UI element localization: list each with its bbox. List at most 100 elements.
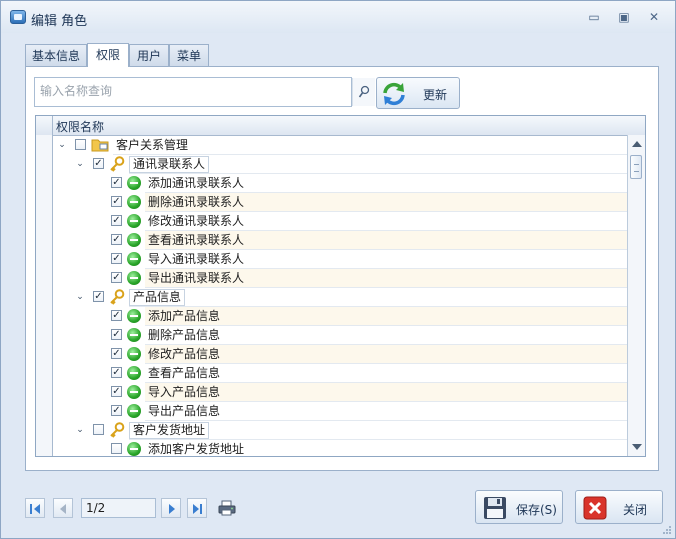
scroll-thumb[interactable] bbox=[630, 155, 642, 179]
row-indicator-column bbox=[36, 135, 53, 456]
permission-name: 添加通讯录联系人 bbox=[148, 176, 245, 190]
vertical-scrollbar[interactable] bbox=[627, 135, 645, 456]
key-icon bbox=[110, 422, 125, 438]
row-checkbox[interactable]: ✓ bbox=[111, 405, 122, 416]
refresh-button[interactable]: 更新 bbox=[376, 77, 460, 109]
app-icon bbox=[10, 10, 26, 24]
expand-toggle-icon[interactable]: ⌄ bbox=[75, 292, 85, 302]
row-checkbox[interactable] bbox=[111, 443, 122, 454]
tab-basic-info[interactable]: 基本信息 bbox=[25, 44, 87, 66]
row-indicator-header bbox=[36, 116, 53, 135]
expand-toggle-icon[interactable]: ⌄ bbox=[57, 140, 67, 150]
search-icon[interactable] bbox=[352, 78, 375, 106]
permission-icon bbox=[127, 442, 141, 456]
tree-row[interactable]: ✓ 修改产品信息 bbox=[53, 345, 627, 364]
grid-header: 权限名称 bbox=[36, 116, 645, 136]
tab-users[interactable]: 用户 bbox=[129, 44, 169, 66]
permission-icon bbox=[127, 195, 141, 209]
row-checkbox[interactable]: ✓ bbox=[111, 196, 122, 207]
permission-name: 导出产品信息 bbox=[148, 404, 221, 418]
permission-icon bbox=[127, 214, 141, 228]
row-checkbox[interactable]: ✓ bbox=[93, 158, 104, 169]
row-checkbox[interactable]: ✓ bbox=[111, 272, 122, 283]
edit-role-window: 编辑 角色 ▭ ▣ ✕ 基本信息 权限 用户 菜单 更新 bbox=[0, 0, 676, 539]
tree-row[interactable]: ✓ 修改通讯录联系人 bbox=[53, 212, 627, 231]
tree-row[interactable]: ✓ 删除产品信息 bbox=[53, 326, 627, 345]
row-checkbox[interactable] bbox=[75, 139, 86, 150]
close-window-button[interactable]: ✕ bbox=[644, 9, 664, 25]
tree-row[interactable]: ✓ 查看通讯录联系人 bbox=[53, 231, 627, 250]
row-checkbox[interactable] bbox=[93, 424, 104, 435]
permission-name: 产品信息 bbox=[129, 289, 186, 306]
row-checkbox[interactable]: ✓ bbox=[111, 177, 122, 188]
row-checkbox[interactable]: ✓ bbox=[111, 310, 122, 321]
tree-row[interactable]: ✓ 导出通讯录联系人 bbox=[53, 269, 627, 288]
maximize-button[interactable]: ▣ bbox=[614, 9, 634, 25]
tab-permissions[interactable]: 权限 bbox=[87, 43, 129, 67]
scroll-down-arrow[interactable] bbox=[632, 444, 642, 450]
row-checkbox[interactable]: ✓ bbox=[93, 291, 104, 302]
resize-grip-icon[interactable] bbox=[662, 525, 672, 535]
permission-icon bbox=[127, 366, 141, 380]
refresh-icon bbox=[383, 82, 405, 106]
search-input[interactable] bbox=[35, 78, 336, 104]
permission-name: 查看产品信息 bbox=[148, 366, 221, 380]
tree-row[interactable]: ✓ 添加通讯录联系人 bbox=[53, 174, 627, 193]
last-page-button[interactable] bbox=[187, 498, 207, 518]
tree-row[interactable]: 添加客户发货地址 bbox=[53, 440, 627, 456]
save-button[interactable]: 保存(S) bbox=[475, 490, 563, 524]
tree-row[interactable]: ✓ 删除通讯录联系人 bbox=[53, 193, 627, 212]
permission-name: 添加客户发货地址 bbox=[148, 442, 245, 456]
permission-name: 删除产品信息 bbox=[148, 328, 221, 342]
permission-name: 查看通讯录联系人 bbox=[148, 233, 245, 247]
permission-icon bbox=[127, 347, 141, 361]
prev-page-button[interactable] bbox=[53, 498, 73, 518]
key-icon bbox=[110, 156, 125, 172]
close-icon bbox=[583, 496, 607, 520]
row-checkbox[interactable]: ✓ bbox=[111, 348, 122, 359]
tree-row[interactable]: ⌄ ✓ 通讯录联系人 bbox=[53, 155, 627, 174]
permission-icon bbox=[127, 233, 141, 247]
minimize-button[interactable]: ▭ bbox=[584, 9, 604, 25]
permission-tree-grid[interactable]: 权限名称 ⌄ 客户关系管理 ⌄ ✓ 通讯录联系人 ✓ 添加通讯录联系人 ✓ 删除通讯录联系人 ✓ 修… bbox=[35, 115, 646, 457]
row-checkbox[interactable]: ✓ bbox=[111, 234, 122, 245]
title-bar: 编辑 角色 ▭ ▣ ✕ bbox=[1, 1, 675, 33]
tree-row[interactable]: ✓ 添加产品信息 bbox=[53, 307, 627, 326]
search-field[interactable] bbox=[34, 77, 375, 107]
permission-name: 导入产品信息 bbox=[148, 385, 221, 399]
tree-row[interactable]: ⌄ ✓ 产品信息 bbox=[53, 288, 627, 307]
permission-name: 修改产品信息 bbox=[148, 347, 221, 361]
permission-name: 客户关系管理 bbox=[116, 138, 189, 152]
permission-name: 导出通讯录联系人 bbox=[148, 271, 245, 285]
row-checkbox[interactable]: ✓ bbox=[111, 367, 122, 378]
page-indicator[interactable]: 1/2 bbox=[81, 498, 156, 518]
permission-icon bbox=[127, 385, 141, 399]
row-checkbox[interactable]: ✓ bbox=[111, 215, 122, 226]
print-icon[interactable] bbox=[218, 500, 236, 516]
scroll-up-arrow[interactable] bbox=[632, 141, 642, 147]
tab-menus[interactable]: 菜单 bbox=[169, 44, 209, 66]
tree-row[interactable]: ✓ 导入产品信息 bbox=[53, 383, 627, 402]
permission-name: 添加产品信息 bbox=[148, 309, 221, 323]
next-page-button[interactable] bbox=[161, 498, 181, 518]
expand-toggle-icon[interactable]: ⌄ bbox=[75, 425, 85, 435]
tree-row[interactable]: ✓ 查看产品信息 bbox=[53, 364, 627, 383]
row-checkbox[interactable]: ✓ bbox=[111, 253, 122, 264]
save-label: 保存(S) bbox=[516, 503, 557, 517]
row-checkbox[interactable]: ✓ bbox=[111, 329, 122, 340]
first-page-button[interactable] bbox=[25, 498, 45, 518]
tree-row[interactable]: ✓ 导入通讯录联系人 bbox=[53, 250, 627, 269]
tree-row[interactable]: ⌄ 客户关系管理 bbox=[53, 136, 627, 155]
column-header-permission-name[interactable]: 权限名称 bbox=[56, 118, 104, 135]
tree-row[interactable]: ✓ 导出产品信息 bbox=[53, 402, 627, 421]
expand-toggle-icon[interactable]: ⌄ bbox=[75, 159, 85, 169]
row-checkbox[interactable]: ✓ bbox=[111, 386, 122, 397]
key-icon bbox=[110, 289, 125, 305]
permission-name: 通讯录联系人 bbox=[129, 156, 210, 173]
permission-name: 修改通讯录联系人 bbox=[148, 214, 245, 228]
close-button[interactable]: 关闭 bbox=[575, 490, 663, 524]
tree-rows: ⌄ 客户关系管理 ⌄ ✓ 通讯录联系人 ✓ 添加通讯录联系人 ✓ 删除通讯录联系人 ✓ 修改通讯录联… bbox=[53, 136, 627, 456]
tree-row[interactable]: ⌄ 客户发货地址 bbox=[53, 421, 627, 440]
permission-icon bbox=[127, 176, 141, 190]
permission-name: 客户发货地址 bbox=[129, 422, 210, 439]
